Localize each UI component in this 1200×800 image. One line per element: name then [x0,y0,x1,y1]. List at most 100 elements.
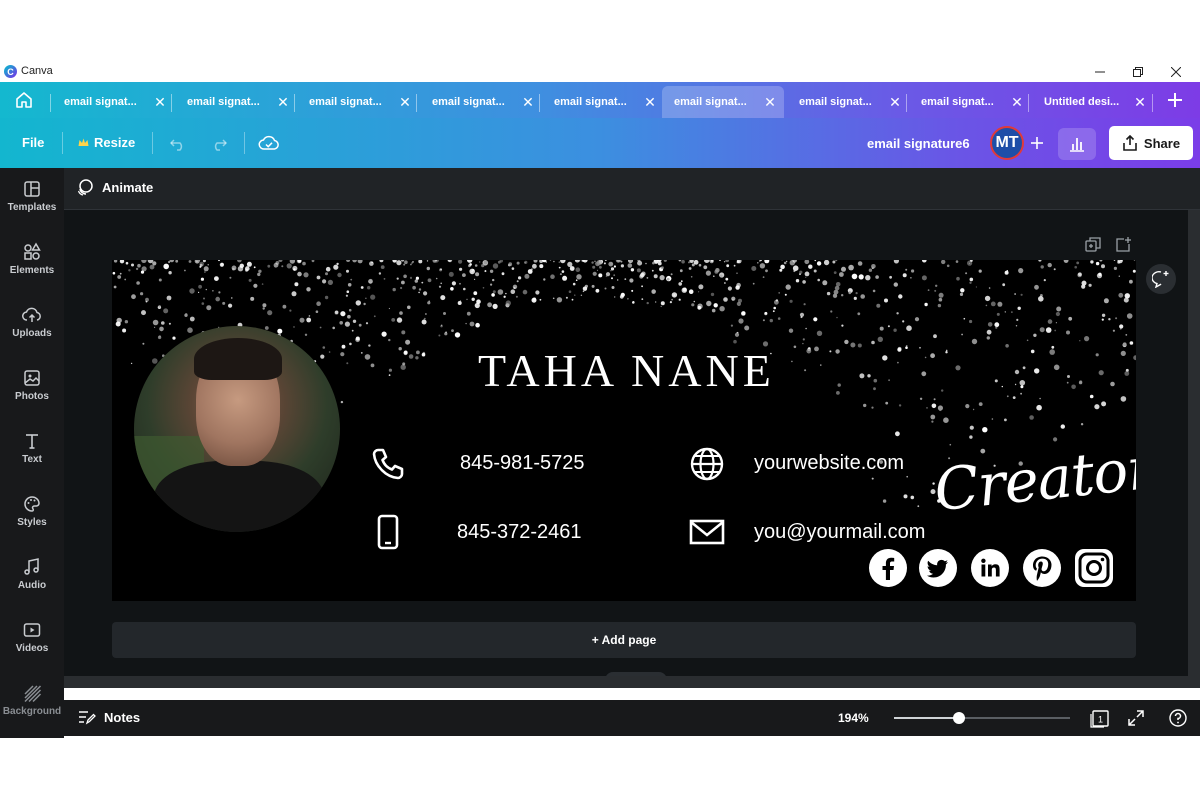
pinterest-icon[interactable] [1023,549,1061,587]
glitter-speck [772,310,775,313]
tab-6[interactable]: email signat... ✕ [787,86,905,118]
help-button[interactable] [1168,708,1188,728]
insights-button[interactable] [1058,128,1096,160]
context-toolbar: Animate [64,168,1200,210]
twitter-icon[interactable] [919,549,957,587]
email-text[interactable]: you@yourmail.com [754,521,925,544]
sidebar-item-uploads[interactable]: Uploads [0,294,64,350]
save-status-button[interactable] [257,131,281,155]
glitter-speck [911,269,915,273]
tab-close-icon[interactable]: ✕ [887,94,903,111]
glitter-speck [299,317,305,323]
add-comment-button[interactable] [1146,264,1176,294]
add-page-button[interactable]: + Add page [112,622,1136,658]
signature-name[interactable]: TAHA NANE [478,344,775,397]
glitter-speck [868,268,873,272]
restore-button[interactable] [1120,62,1156,82]
mobile-icon[interactable] [370,514,406,550]
glitter-speck [1039,327,1045,333]
tab-8[interactable]: Untitled desi... ✕ [1032,86,1150,118]
glitter-speck [1055,322,1057,324]
globe-icon[interactable] [689,446,725,482]
design-title[interactable]: email signature6 [867,136,970,151]
horizontal-scrollbar[interactable] [64,676,1188,688]
phone-primary-text[interactable]: 845-981-5725 [460,452,585,475]
glitter-speck [516,280,519,283]
tab-2[interactable]: email signat... ✕ [297,86,415,118]
glitter-speck [369,261,374,266]
fullscreen-button[interactable] [1126,708,1146,728]
undo-button[interactable] [166,131,190,155]
profile-photo[interactable] [134,326,340,532]
tab-close-icon[interactable]: ✕ [762,94,778,111]
linkedin-icon[interactable] [971,549,1009,587]
tab-1[interactable]: email signat... ✕ [175,86,293,118]
zoom-slider-thumb[interactable] [953,712,966,724]
glitter-speck [885,401,889,405]
duplicate-page-icon[interactable] [1084,236,1102,254]
glitter-speck [408,354,414,359]
zoom-level[interactable]: 194% [838,711,869,725]
instagram-icon[interactable] [1074,548,1114,588]
share-button[interactable]: Share [1109,126,1193,160]
tab-close-icon[interactable]: ✕ [275,94,291,111]
avatar[interactable]: MT [990,126,1024,160]
page-view-button[interactable]: 1 [1090,708,1110,728]
canvas-area[interactable]: TAHA NANE 845-981-5725 845-372-2461 your… [64,210,1200,688]
notes-button[interactable]: Notes [78,709,140,725]
glitter-speck [203,297,205,300]
glitter-speck [655,301,657,303]
animate-button[interactable]: Animate [76,178,153,196]
glitter-speck [398,347,402,351]
glitter-speck [731,296,736,301]
glitter-speck [1120,396,1127,402]
facebook-icon[interactable] [869,549,907,587]
tab-7[interactable]: email signat... ✕ [909,86,1027,118]
minimize-button[interactable] [1082,62,1118,82]
glitter-speck [933,334,937,339]
glitter-speck [351,329,354,332]
sidebar-item-background[interactable]: Background [0,672,64,728]
mail-icon[interactable] [689,514,725,550]
tab-close-icon[interactable]: ✕ [642,94,658,111]
tab-0[interactable]: email signat... ✕ [52,86,170,118]
sidebar-item-templates[interactable]: Templates [0,168,64,224]
close-window-button[interactable] [1158,62,1194,82]
file-menu[interactable]: File [22,135,44,150]
tab-5-active[interactable]: email signat... ✕ [662,86,784,118]
tab-close-icon[interactable]: ✕ [152,94,168,111]
email-signature-design[interactable]: TAHA NANE 845-981-5725 845-372-2461 your… [112,260,1136,601]
glitter-speck [1132,269,1136,273]
glitter-speck [414,279,418,283]
add-collaborator-button[interactable] [1026,132,1048,154]
sidebar-item-elements[interactable]: Elements [0,231,64,287]
home-button[interactable] [8,86,40,114]
tab-close-icon[interactable]: ✕ [1132,94,1148,111]
resize-button[interactable]: Resize [78,135,135,150]
vertical-scrollbar[interactable] [1188,210,1200,688]
tab-close-icon[interactable]: ✕ [397,94,413,111]
phone-mobile-text[interactable]: 845-372-2461 [457,521,582,544]
sidebar-item-audio[interactable]: Audio [0,546,64,602]
tab-3[interactable]: email signat... ✕ [420,86,538,118]
zoom-slider[interactable] [894,712,1070,724]
tab-close-icon[interactable]: ✕ [1009,94,1025,111]
sidebar-item-styles[interactable]: Styles [0,483,64,539]
glitter-speck [646,277,649,279]
sidebar-item-photos[interactable]: Photos [0,357,64,413]
home-icon [16,92,32,108]
glitter-speck [1040,265,1044,269]
sidebar-item-text[interactable]: Text [0,420,64,476]
add-page-icon[interactable] [1114,236,1132,254]
tab-4[interactable]: email signat... ✕ [542,86,660,118]
glitter-speck [725,260,730,263]
new-tab-button[interactable] [1160,86,1190,114]
sidebar-item-videos[interactable]: Videos [0,609,64,665]
glitter-speck [693,260,699,265]
website-text[interactable]: yourwebsite.com [754,452,904,475]
glitter-speck [465,322,467,325]
phone-icon[interactable] [370,446,406,482]
tab-close-icon[interactable]: ✕ [520,94,536,111]
redo-button[interactable] [207,131,231,155]
videos-icon [23,623,41,637]
